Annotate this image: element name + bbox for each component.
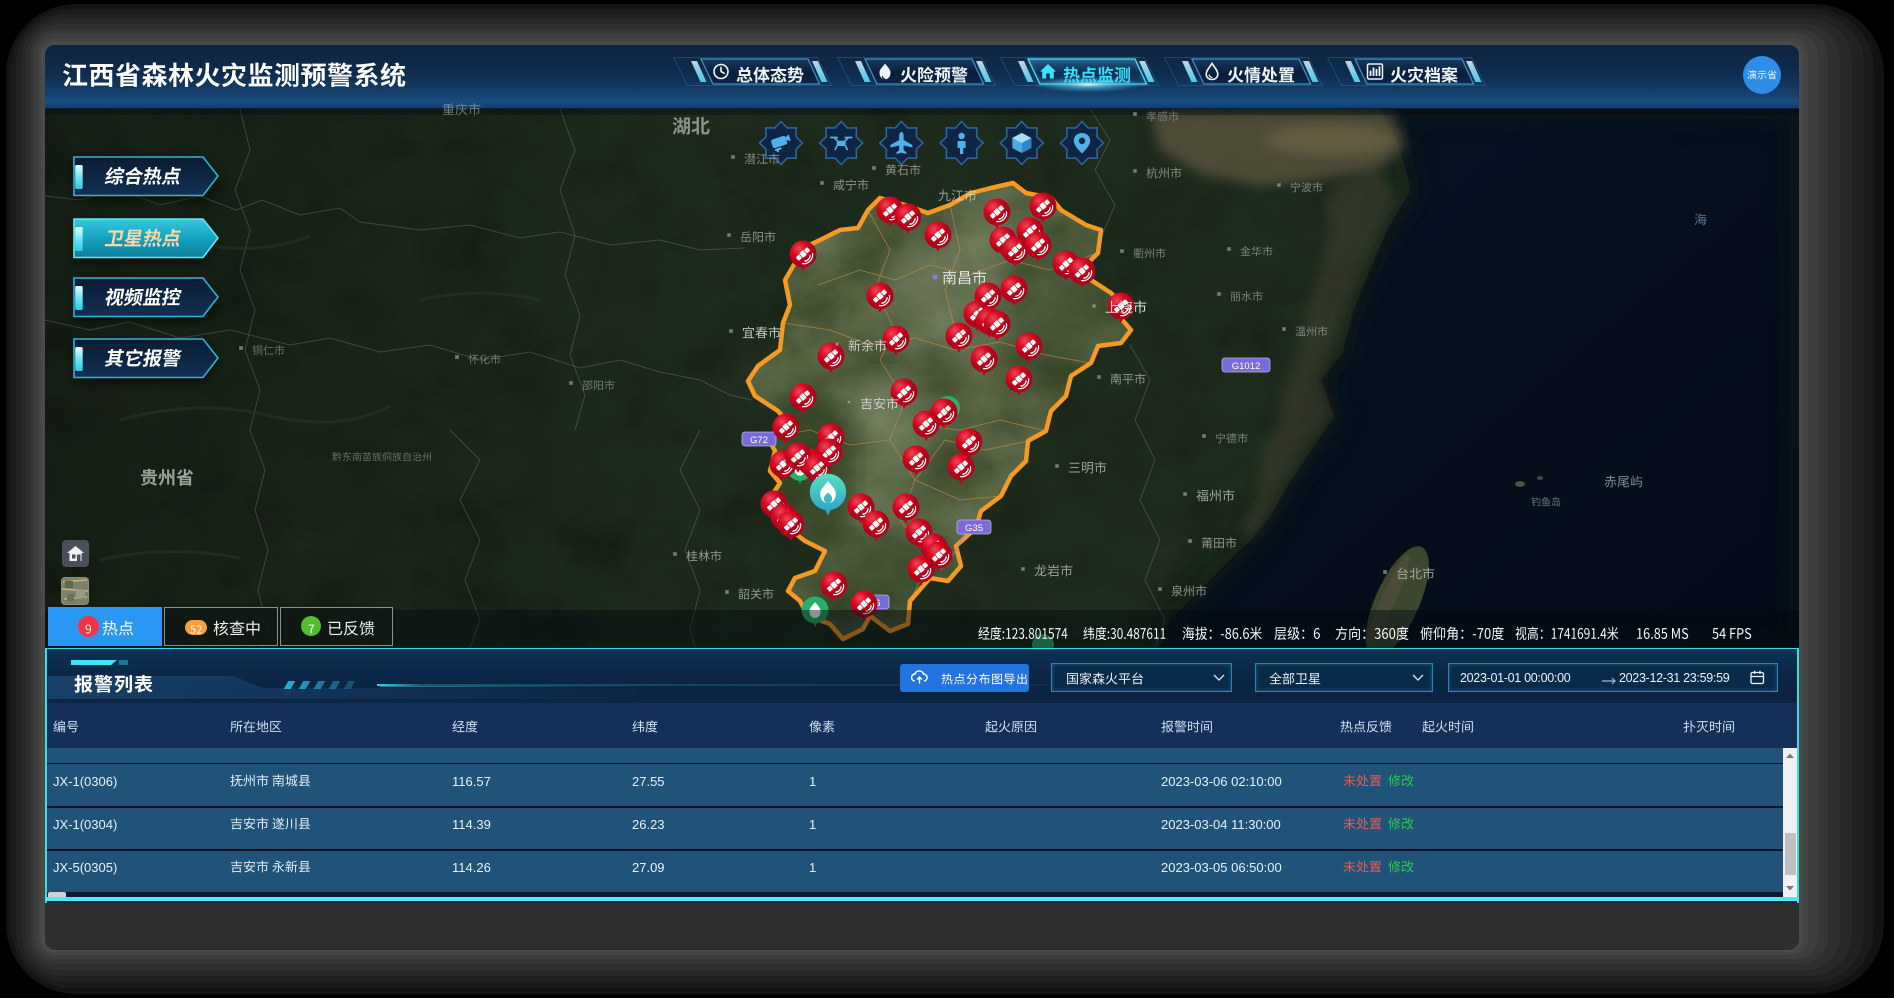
svg-text:G1012: G1012 [1232,361,1261,372]
svg-text:G72: G72 [750,435,768,446]
svg-text:G35: G35 [965,523,983,534]
